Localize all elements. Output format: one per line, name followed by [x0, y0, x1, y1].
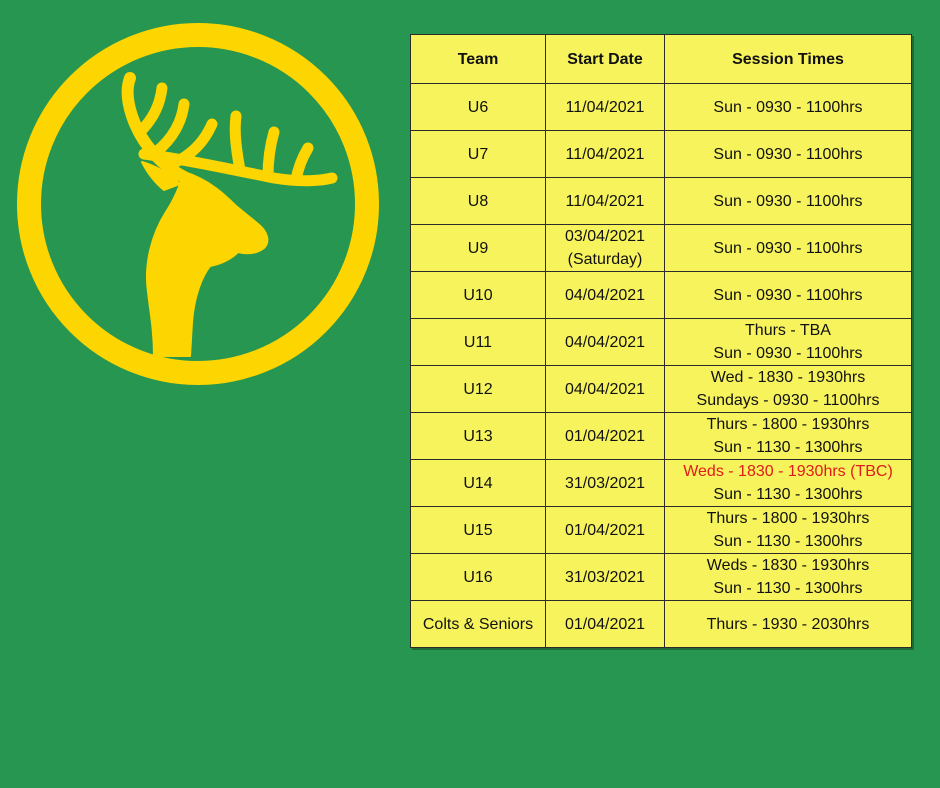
session-times-cell: Sun - 0930 - 1100hrs — [664, 224, 912, 272]
table-row: Colts & Seniors 01/04/2021 Thurs - 1930 - … — [410, 600, 912, 648]
session-times-cell: Weds - 1830 - 1930hrs (TBC) Sun - 1130 - … — [664, 459, 912, 507]
header-session-times: Session Times — [664, 34, 912, 84]
start-date-line: 04/04/2021 — [564, 380, 646, 398]
session-time-line: Sun - 1130 - 1300hrs — [713, 533, 863, 550]
session-time-line: Sun - 0930 - 1100hrs — [713, 145, 863, 163]
start-date-cell: 01/04/2021 — [545, 506, 665, 554]
team-cell: Colts & Seniors — [410, 600, 546, 648]
session-time-line: Sun - 1130 - 1300hrs — [713, 486, 863, 503]
team-cell: U10 — [410, 271, 546, 319]
table-row: U6 11/04/2021 Sun - 0930 - 1100hrs — [410, 83, 912, 131]
session-time-line: Sun - 0930 - 1100hrs — [713, 239, 863, 257]
table-row: U9 03/04/2021 (Saturday) Sun - 0930 - 1100h… — [410, 224, 912, 272]
session-times-cell: Thurs - 1800 - 1930hrs Sun - 1130 - 1300h… — [664, 412, 912, 460]
team-cell: U13 — [410, 412, 546, 460]
start-date-cell: 04/04/2021 — [545, 318, 665, 366]
start-date-line: 11/04/2021 — [565, 98, 645, 116]
start-date-line: 04/04/2021 — [564, 333, 646, 351]
session-times-cell: Sun - 0930 - 1100hrs — [664, 130, 912, 178]
start-date-line: (Saturday) — [567, 251, 643, 268]
start-date-cell: 03/04/2021 (Saturday) — [545, 224, 665, 272]
start-date-line: 31/03/2021 — [564, 474, 646, 492]
start-date-cell: 31/03/2021 — [545, 459, 665, 507]
start-date-line: 04/04/2021 — [564, 286, 646, 304]
start-date-cell: 31/03/2021 — [545, 553, 665, 601]
start-date-cell: 01/04/2021 — [545, 412, 665, 460]
table-row: U12 04/04/2021 Wed - 1830 - 1930hrs Sundays… — [410, 365, 912, 413]
start-date-line: 31/03/2021 — [564, 568, 646, 586]
session-times-cell: Thurs - 1800 - 1930hrs Sun - 1130 - 1300h… — [664, 506, 912, 554]
start-date-cell: 01/04/2021 — [545, 600, 665, 648]
start-date-line: 01/04/2021 — [564, 427, 646, 445]
start-date-line: 01/04/2021 — [564, 521, 646, 539]
session-times-cell: Weds - 1830 - 1930hrs Sun - 1130 - 1300hr… — [664, 553, 912, 601]
session-time-line: Thurs - TBA — [745, 322, 831, 339]
session-times-cell: Sun - 0930 - 1100hrs — [664, 271, 912, 319]
table-row: U11 04/04/2021 Thurs - TBA Sun - 0930 - 110… — [410, 318, 912, 366]
team-cell: U7 — [410, 130, 546, 178]
team-cell: U9 — [410, 224, 546, 272]
session-schedule-table: Team Start Date Session Times U6 11/04/20… — [410, 34, 912, 648]
team-cell: U8 — [410, 177, 546, 225]
club-stag-logo — [17, 23, 379, 385]
team-cell: U11 — [410, 318, 546, 366]
session-times-cell: Wed - 1830 - 1930hrs Sundays - 0930 - 110… — [664, 365, 912, 413]
session-times-cell: Thurs - TBA Sun - 0930 - 1100hrs — [664, 318, 912, 366]
team-cell: U16 — [410, 553, 546, 601]
session-time-line: Thurs - 1800 - 1930hrs — [706, 510, 870, 527]
start-date-line: 11/04/2021 — [565, 192, 645, 210]
start-date-cell: 11/04/2021 — [545, 130, 665, 178]
session-time-line: Weds - 1830 - 1930hrs (TBC) — [683, 463, 893, 480]
session-time-line: Thurs - 1800 - 1930hrs — [706, 416, 870, 433]
start-date-cell: 11/04/2021 — [545, 177, 665, 225]
session-time-line: Sun - 0930 - 1100hrs — [713, 192, 863, 210]
session-time-line: Sun - 0930 - 1100hrs — [713, 286, 863, 304]
table-row: U8 11/04/2021 Sun - 0930 - 1100hrs — [410, 177, 912, 225]
table-row: U13 01/04/2021 Thurs - 1800 - 1930hrs Sun -… — [410, 412, 912, 460]
start-date-line: 01/04/2021 — [564, 615, 646, 633]
start-date-line: 03/04/2021 — [564, 228, 646, 245]
session-times-cell: Thurs - 1930 - 2030hrs — [664, 600, 912, 648]
header-start-date: Start Date — [545, 34, 665, 84]
team-cell: U12 — [410, 365, 546, 413]
session-time-line: Sun - 0930 - 1100hrs — [713, 345, 863, 362]
start-date-cell: 11/04/2021 — [545, 83, 665, 131]
session-time-line: Sun - 1130 - 1300hrs — [713, 439, 863, 456]
session-time-line: Sun - 0930 - 1100hrs — [713, 98, 863, 116]
session-time-line: Wed - 1830 - 1930hrs — [710, 369, 866, 386]
session-time-line: Thurs - 1930 - 2030hrs — [706, 615, 870, 633]
table-row: U16 31/03/2021 Weds - 1830 - 1930hrs Sun - … — [410, 553, 912, 601]
start-date-cell: 04/04/2021 — [545, 271, 665, 319]
team-cell: U14 — [410, 459, 546, 507]
session-time-line: Sundays - 0930 - 1100hrs — [696, 392, 880, 409]
session-time-line: Sun - 1130 - 1300hrs — [713, 580, 863, 597]
session-time-line: Weds - 1830 - 1930hrs — [706, 557, 870, 574]
table-header-row: Team Start Date Session Times — [410, 34, 912, 84]
session-times-cell: Sun - 0930 - 1100hrs — [664, 83, 912, 131]
header-team: Team — [410, 34, 546, 84]
team-cell: U6 — [410, 83, 546, 131]
team-cell: U15 — [410, 506, 546, 554]
table-row: U7 11/04/2021 Sun - 0930 - 1100hrs — [410, 130, 912, 178]
start-date-cell: 04/04/2021 — [545, 365, 665, 413]
table-row: U15 01/04/2021 Thurs - 1800 - 1930hrs Sun -… — [410, 506, 912, 554]
start-date-line: 11/04/2021 — [565, 145, 645, 163]
session-times-cell: Sun - 0930 - 1100hrs — [664, 177, 912, 225]
table-row: U10 04/04/2021 Sun - 0930 - 1100hrs — [410, 271, 912, 319]
table-row: U14 31/03/2021 Weds - 1830 - 1930hrs (TBC)… — [410, 459, 912, 507]
